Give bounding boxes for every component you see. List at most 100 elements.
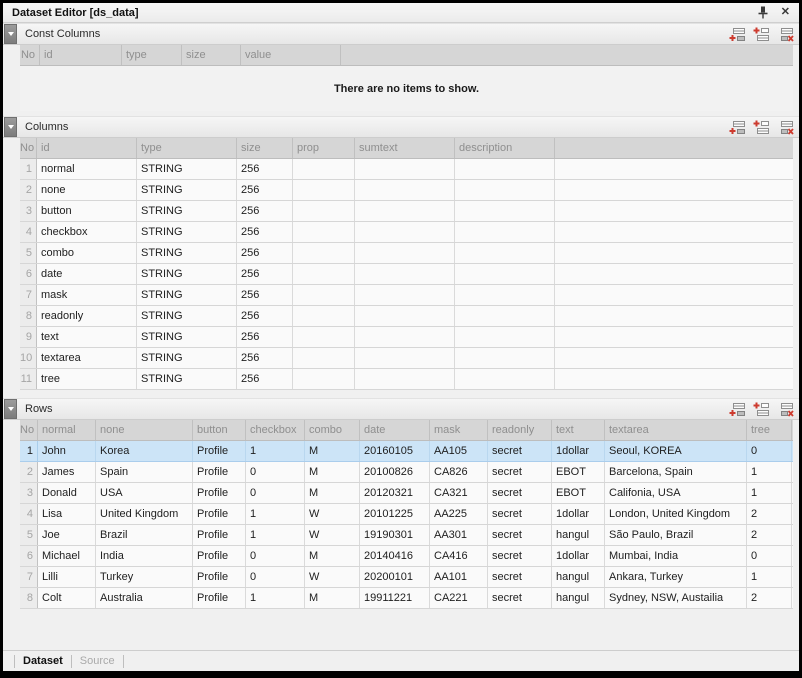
table-row[interactable]: 3DonaldUSAProfile0M20120321CA321secretEB… [20,483,793,504]
cell-description[interactable] [455,306,555,326]
cell-type[interactable]: STRING [137,243,237,263]
cell-size[interactable]: 256 [237,348,293,368]
cell-description[interactable] [455,348,555,368]
cell-textarea[interactable]: Seoul, KOREA [605,441,747,461]
cell-sumtext[interactable] [355,201,455,221]
cell-sumtext[interactable] [355,243,455,263]
cell-readonly[interactable]: secret [488,462,552,482]
cell-checkbox[interactable]: 0 [246,483,305,503]
cell-readonly[interactable]: secret [488,483,552,503]
column-header-checkbox[interactable]: checkbox [246,420,305,440]
cell-no[interactable]: 1 [20,159,37,179]
table-row[interactable]: 2noneSTRING256 [20,180,793,201]
cell-combo[interactable]: W [305,525,360,545]
cell-id[interactable]: textarea [37,348,137,368]
cell-description[interactable] [455,369,555,389]
add-row-icon[interactable] [729,27,746,42]
cell-combo[interactable]: W [305,567,360,587]
cell-text[interactable]: EBOT [552,462,605,482]
cell-readonly[interactable]: secret [488,567,552,587]
cell-checkbox[interactable]: 1 [246,525,305,545]
column-header-text[interactable]: text [552,420,605,440]
cell-text[interactable]: 1dollar [552,504,605,524]
column-header-no[interactable]: No [20,138,37,158]
column-header-prop[interactable]: prop [293,138,355,158]
cell-type[interactable]: STRING [137,348,237,368]
cell-description[interactable] [455,159,555,179]
column-header-id[interactable]: id [40,45,122,65]
cell-readonly[interactable]: secret [488,504,552,524]
cell-textarea[interactable]: Mumbai, India [605,546,747,566]
cell-type[interactable]: STRING [137,306,237,326]
cell-size[interactable]: 256 [237,285,293,305]
cell-button[interactable]: Profile [193,504,246,524]
cell-text[interactable]: hangul [552,567,605,587]
table-row[interactable]: 2JamesSpainProfile0M20100826CA826secretE… [20,462,793,483]
cell-type[interactable]: STRING [137,180,237,200]
cell-no[interactable]: 3 [20,483,38,503]
cell-normal[interactable]: Lisa [38,504,96,524]
cell-checkbox[interactable]: 1 [246,441,305,461]
cell-id[interactable]: button [37,201,137,221]
cell-button[interactable]: Profile [193,588,246,608]
column-header-mask[interactable]: mask [430,420,488,440]
column-header-normal[interactable]: normal [38,420,96,440]
cell-prop[interactable] [293,369,355,389]
cell-none[interactable]: Turkey [96,567,193,587]
insert-row-icon[interactable] [753,27,770,42]
cell-id[interactable]: none [37,180,137,200]
cell-normal[interactable]: John [38,441,96,461]
cell-no[interactable]: 4 [20,222,37,242]
cell-size[interactable]: 256 [237,222,293,242]
cell-date[interactable]: 20160105 [360,441,430,461]
table-row[interactable]: 9textSTRING256 [20,327,793,348]
cell-id[interactable]: combo [37,243,137,263]
cell-sumtext[interactable] [355,264,455,284]
cell-combo[interactable]: M [305,462,360,482]
cell-mask[interactable]: AA301 [430,525,488,545]
column-header-none[interactable]: none [96,420,193,440]
cell-prop[interactable] [293,180,355,200]
cell-size[interactable]: 256 [237,306,293,326]
cell-none[interactable]: Australia [96,588,193,608]
cell-type[interactable]: STRING [137,264,237,284]
cell-type[interactable]: STRING [137,222,237,242]
table-row[interactable]: 5comboSTRING256 [20,243,793,264]
cell-size[interactable]: 256 [237,264,293,284]
column-header-readonly[interactable]: readonly [488,420,552,440]
cell-description[interactable] [455,180,555,200]
column-header-no[interactable]: No [20,420,38,440]
cell-description[interactable] [455,264,555,284]
cell-sumtext[interactable] [355,180,455,200]
insert-row-icon[interactable] [753,120,770,135]
cell-tree[interactable]: 2 [747,588,792,608]
column-header-no[interactable]: No [20,45,40,65]
cell-tree[interactable]: 0 [747,546,792,566]
cell-readonly[interactable]: secret [488,588,552,608]
table-row[interactable]: 1normalSTRING256 [20,159,793,180]
cell-no[interactable]: 5 [20,525,38,545]
cell-normal[interactable]: Donald [38,483,96,503]
delete-row-icon[interactable] [777,402,794,417]
cell-button[interactable]: Profile [193,483,246,503]
cell-no[interactable]: 7 [20,285,37,305]
cell-size[interactable]: 256 [237,201,293,221]
column-header-button[interactable]: button [193,420,246,440]
cell-size[interactable]: 256 [237,243,293,263]
column-header-tree[interactable]: tree [747,420,792,440]
cell-no[interactable]: 6 [20,264,37,284]
cell-combo[interactable]: M [305,588,360,608]
cell-sumtext[interactable] [355,348,455,368]
cell-checkbox[interactable]: 1 [246,588,305,608]
cell-combo[interactable]: M [305,441,360,461]
cell-tree[interactable]: 1 [747,483,792,503]
table-row[interactable]: 6dateSTRING256 [20,264,793,285]
cell-prop[interactable] [293,327,355,347]
cell-date[interactable]: 20140416 [360,546,430,566]
cell-button[interactable]: Profile [193,462,246,482]
tab-source[interactable]: Source [80,655,115,667]
cell-prop[interactable] [293,159,355,179]
cell-checkbox[interactable]: 1 [246,504,305,524]
cell-none[interactable]: Korea [96,441,193,461]
cell-readonly[interactable]: secret [488,546,552,566]
